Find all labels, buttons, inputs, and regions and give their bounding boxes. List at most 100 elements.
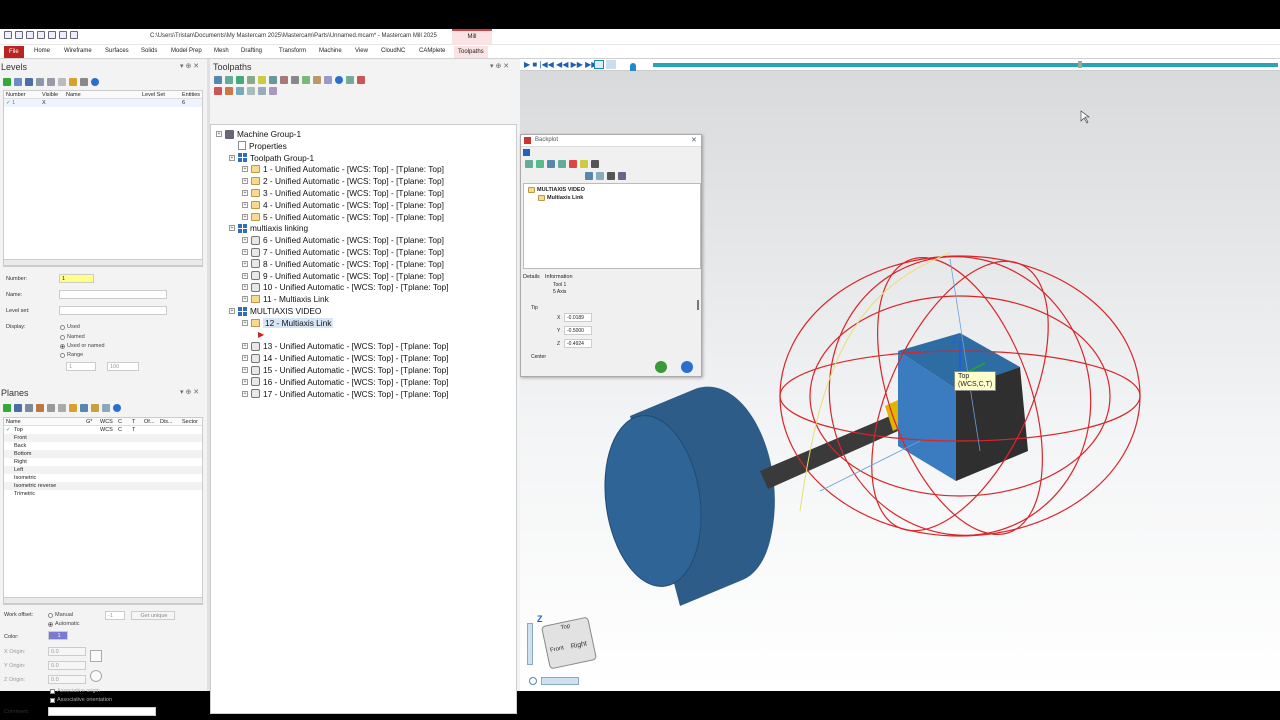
table-row[interactable]: Front [4, 434, 202, 442]
col-sector[interactable]: Sector [180, 419, 202, 425]
view-icon[interactable] [102, 404, 110, 412]
table-row[interactable]: Bottom [4, 450, 202, 458]
tree-operation[interactable]: +7 - Unified Automatic - [WCS: Top] - [T… [242, 247, 444, 257]
select-origin-button[interactable] [90, 650, 102, 662]
tree-operation[interactable]: +1 - Unified Automatic - [WCS: Top] - [T… [242, 164, 444, 174]
expand-toggle-icon[interactable]: + [242, 260, 248, 267]
range-from-field[interactable]: 1 [66, 362, 96, 371]
view-cube[interactable]: Z Top Front Right [525, 609, 600, 689]
help-icon[interactable] [91, 78, 99, 86]
save-icon[interactable] [26, 31, 34, 39]
speed-slider-thumb[interactable] [630, 63, 636, 71]
levels-panel-controls[interactable]: ▾ ⊕ ✕ [180, 62, 199, 70]
col-entities[interactable]: Entities [180, 92, 202, 98]
gear-icon[interactable] [69, 78, 77, 86]
table-row[interactable]: Trimetric [4, 490, 202, 498]
tree-toolpath-group-1[interactable]: + Toolpath Group-1 [229, 153, 314, 163]
playback-controls-icon[interactable]: ▶ ■ |◀◀ ◀◀ ▶▶ ▶▶| [524, 60, 599, 69]
tree-operation[interactable]: +5 - Unified Automatic - [WCS: Top] - [T… [242, 212, 444, 222]
toggle-display-icon[interactable] [324, 76, 332, 84]
collapse-icon[interactable] [258, 87, 266, 95]
tree-group-multiaxis-linking[interactable]: + multiaxis linking [229, 223, 308, 233]
x-origin-field[interactable]: 0.0 [48, 647, 86, 656]
tab-wireframe[interactable]: Wireframe [64, 48, 92, 54]
reset-origin-button[interactable] [90, 670, 102, 682]
print-icon[interactable] [37, 31, 45, 39]
work-offset-automatic-radio[interactable]: Automatic [48, 621, 79, 627]
undo-icon[interactable] [48, 31, 56, 39]
folder-icon[interactable] [91, 404, 99, 412]
table-row[interactable]: Right [4, 458, 202, 466]
lock-icon[interactable] [313, 76, 321, 84]
table-row[interactable]: Left [4, 466, 202, 474]
tree-operation[interactable]: +11 - Multiaxis Link [242, 294, 329, 304]
ok-button[interactable] [655, 361, 667, 373]
progress-thumb[interactable] [1078, 61, 1082, 68]
tree-machine-group[interactable]: + Machine Group-1 [216, 129, 301, 139]
work-offset-manual-radio[interactable]: Manual [48, 612, 73, 618]
tree-operation[interactable]: +17 - Unified Automatic - [WCS: Top] - [… [242, 389, 449, 399]
tree-operation[interactable]: +16 - Unified Automatic - [WCS: Top] - [… [242, 377, 449, 387]
expand-toggle-icon[interactable]: + [242, 201, 248, 208]
tab-view[interactable]: View [355, 48, 368, 54]
expand-icon[interactable] [247, 87, 255, 95]
expand-toggle-icon[interactable]: + [229, 308, 235, 314]
expand-toggle-icon[interactable]: + [242, 272, 248, 279]
level-set-field[interactable] [59, 306, 167, 315]
view-cube-top[interactable]: Top [560, 623, 571, 631]
y-origin-field[interactable]: 0.0 [48, 661, 86, 670]
view-cube-right[interactable]: Right [570, 640, 587, 650]
search-icon[interactable] [25, 404, 33, 412]
col-visible[interactable]: Visible [40, 92, 64, 98]
col-level-set[interactable]: Level Set [140, 92, 180, 98]
tab-solids[interactable]: Solids [141, 48, 157, 54]
regenerate-dirty-icon[interactable] [247, 76, 255, 84]
expand-toggle-icon[interactable]: + [242, 378, 248, 385]
tree-operation-selected[interactable]: +12 - Multiaxis Link [242, 317, 334, 328]
tree-operation[interactable]: +8 - Unified Automatic - [WCS: Top] - [T… [242, 259, 444, 269]
level-visible[interactable]: X [40, 100, 64, 106]
vertical-scroll-arrows[interactable] [527, 623, 533, 665]
screenshot-icon[interactable] [607, 172, 615, 180]
plane-from-geometry-icon[interactable] [14, 404, 22, 412]
playback-progress-bar[interactable] [653, 63, 1278, 67]
col-wcs[interactable]: WCS [98, 419, 116, 425]
expand-toggle-icon[interactable]: + [242, 343, 248, 350]
table-row[interactable]: Isometric [4, 474, 202, 482]
gear-icon[interactable] [69, 404, 77, 412]
tree-operation[interactable]: +4 - Unified Automatic - [WCS: Top] - [T… [242, 200, 444, 210]
move-up-icon[interactable] [357, 76, 365, 84]
tree-operation[interactable]: +9 - Unified Automatic - [WCS: Top] - [T… [242, 271, 444, 281]
single-item-icon[interactable] [236, 87, 244, 95]
view-cube-front[interactable]: Front [550, 645, 565, 654]
display-options-icon[interactable] [525, 160, 533, 168]
table-row[interactable]: Back [4, 442, 202, 450]
help-button[interactable] [681, 361, 693, 373]
post-icon[interactable] [291, 76, 299, 84]
select-all-icon[interactable] [214, 76, 222, 84]
insert-arrow-icon[interactable] [214, 87, 222, 95]
tree-operation[interactable]: +2 - Unified Automatic - [WCS: Top] - [T… [242, 176, 444, 186]
add-level-icon[interactable] [3, 78, 11, 86]
undo-icon[interactable] [47, 404, 55, 412]
add-plane-icon[interactable] [3, 404, 11, 412]
get-unique-button[interactable]: Get unique [131, 611, 175, 620]
col-g[interactable]: G* [84, 419, 98, 425]
help-icon[interactable] [113, 404, 121, 412]
details-scrollbar[interactable] [697, 300, 699, 310]
insert-arrow-icon[interactable]: ▶ [258, 330, 264, 339]
display-used-radio[interactable]: Used [60, 324, 80, 330]
col-t[interactable]: T [130, 419, 142, 425]
table-row[interactable]: ✓ 1 X 6 [4, 99, 202, 107]
associative-orientation-checkbox[interactable]: Associative orientation [50, 697, 112, 703]
show-tool-icon[interactable] [536, 160, 544, 168]
tree-group-multiaxis-video[interactable]: + MULTIAXIS VIDEO [229, 306, 321, 316]
table-row[interactable]: ✓ Top WCS C T [4, 426, 202, 434]
tab-transform[interactable]: Transform [279, 48, 306, 54]
collapse-up-icon[interactable] [523, 149, 530, 156]
list-icon[interactable] [47, 78, 55, 86]
scroll-arrow-icon[interactable] [225, 87, 233, 95]
filter-icon[interactable] [14, 78, 22, 86]
trail-icon[interactable] [606, 60, 616, 69]
tree-operation[interactable]: +15 - Unified Automatic - [WCS: Top] - [… [242, 365, 449, 375]
